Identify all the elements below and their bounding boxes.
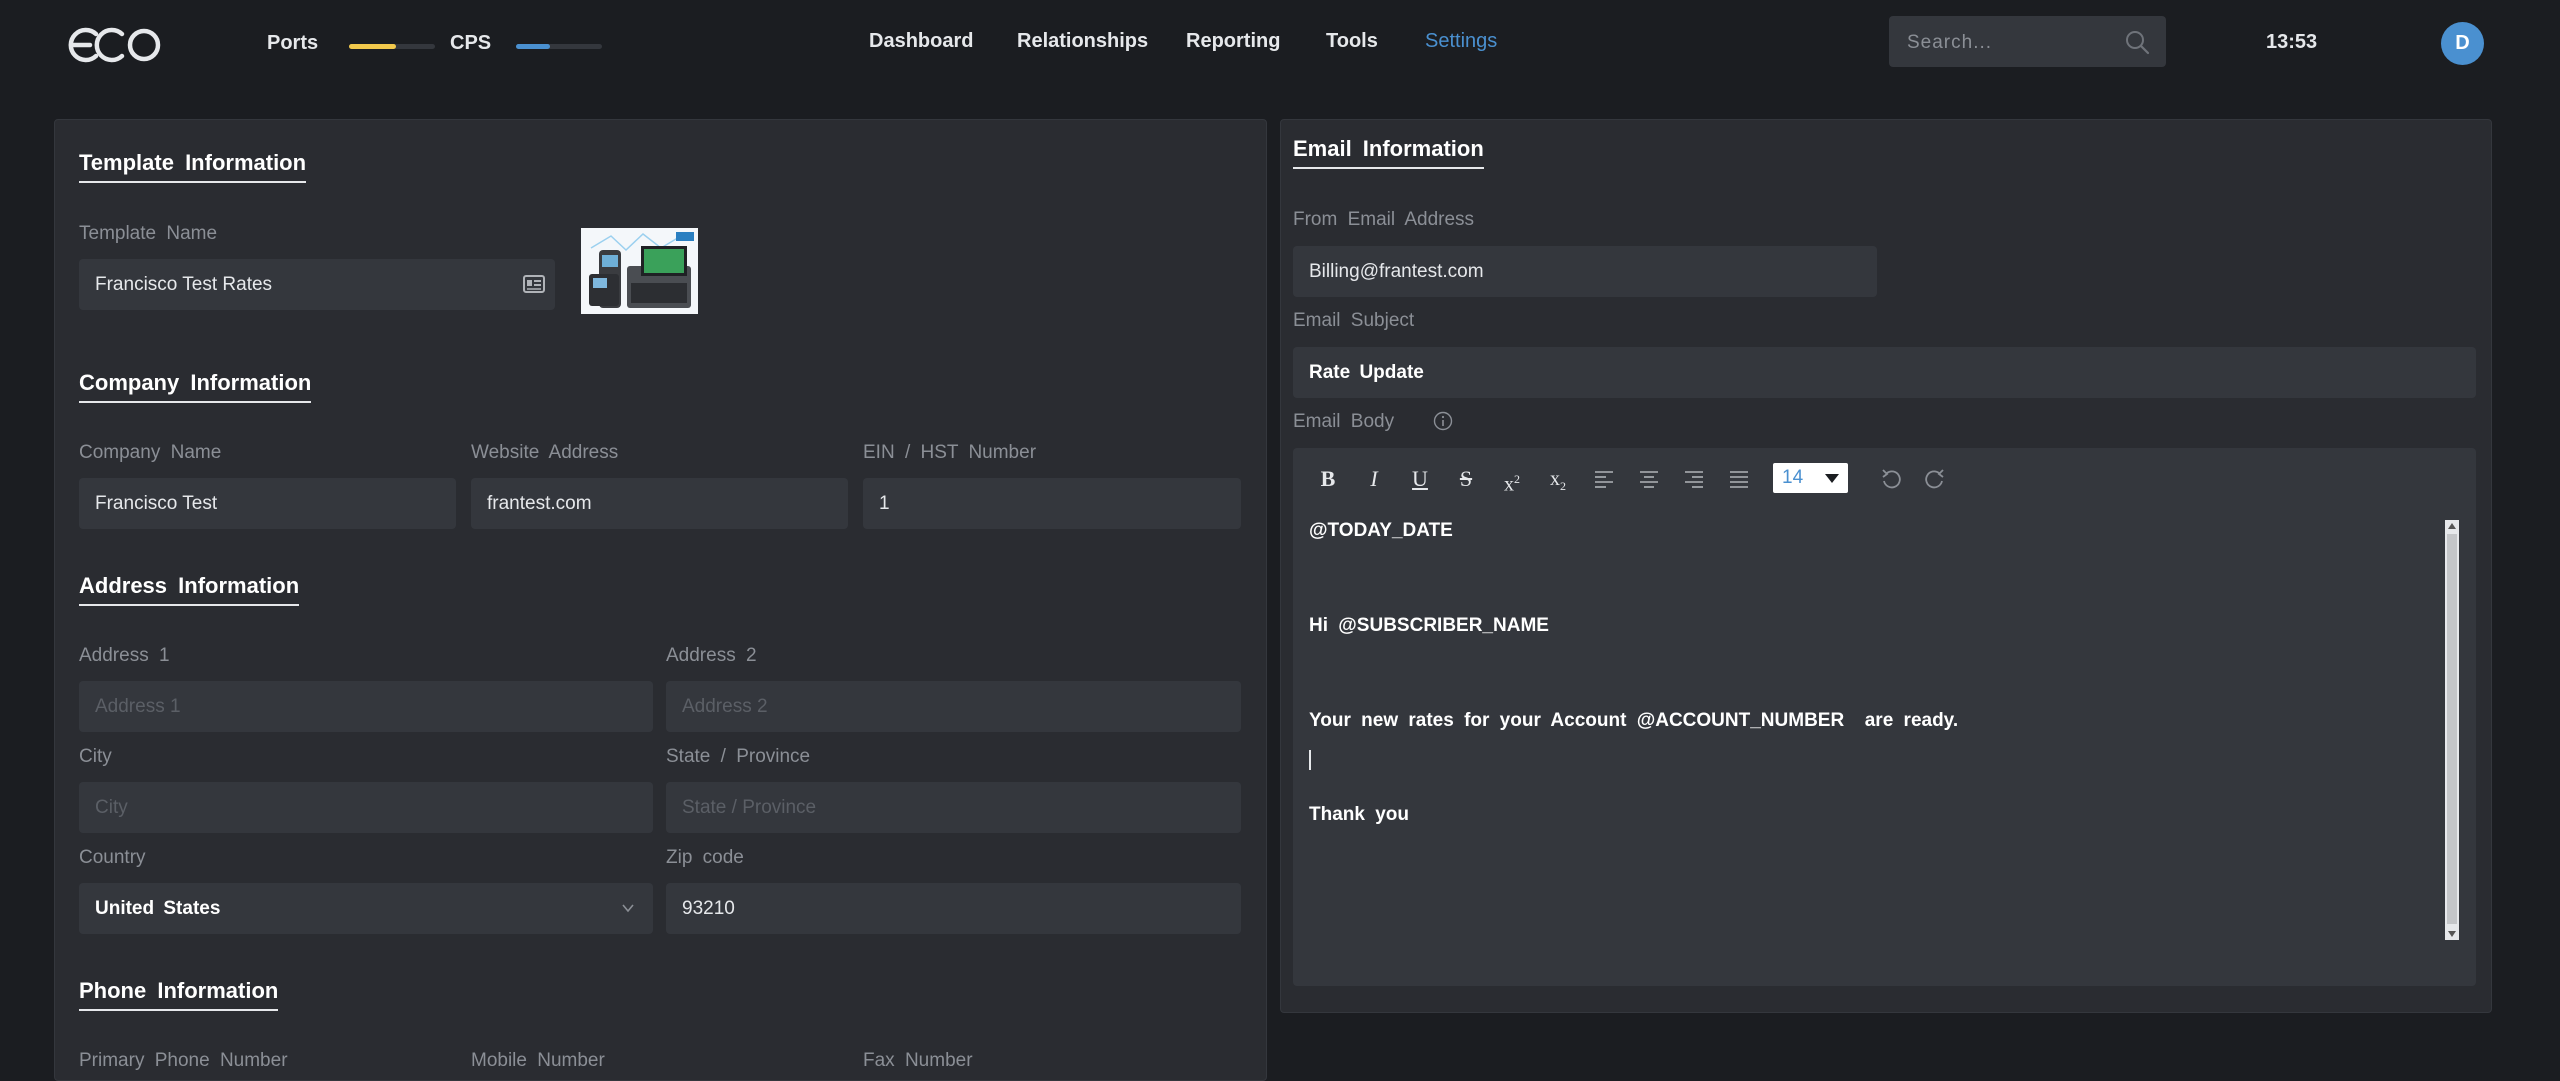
ports-meter: [349, 44, 435, 49]
info-icon[interactable]: [1433, 411, 1453, 431]
country-label: Country: [79, 847, 146, 868]
email-subject-value: Rate Update: [1309, 362, 1424, 383]
subscript-icon[interactable]: x2: [1543, 464, 1573, 494]
template-name-label: Template Name: [79, 223, 218, 244]
body-line-thanks: Thank you: [1309, 804, 1410, 825]
clock: 13:53: [2266, 31, 2318, 53]
eco-logo[interactable]: [66, 24, 162, 66]
nav-relationships[interactable]: Relationships: [1017, 30, 1148, 53]
company-name-field: [79, 478, 456, 529]
align-justify-icon[interactable]: [1724, 464, 1754, 494]
city-input[interactable]: [95, 782, 637, 833]
template-image-thumbnail[interactable]: [581, 228, 698, 314]
state-label: State / Province: [666, 746, 811, 767]
ip-phones-image: [581, 228, 698, 314]
scrollbar-thumb[interactable]: [2447, 534, 2457, 924]
city-field: [79, 782, 653, 833]
ports-label: Ports: [267, 32, 319, 54]
italic-icon[interactable]: I: [1359, 464, 1389, 494]
ein-label: EIN / HST Number: [863, 442, 1037, 463]
chevron-down-icon: [622, 904, 634, 913]
align-center-icon[interactable]: [1634, 464, 1664, 494]
avatar[interactable]: D: [2441, 22, 2484, 65]
top-navigation-bar: Ports CPS Dashboard Relationships Report…: [0, 0, 2560, 86]
text-cursor: [1309, 750, 1311, 770]
address-info-title: Address Information: [79, 573, 300, 606]
address1-input[interactable]: [95, 681, 637, 732]
font-size-select[interactable]: 14: [1773, 463, 1848, 493]
nav-settings[interactable]: Settings: [1425, 30, 1497, 53]
address1-label: Address 1: [79, 645, 170, 666]
email-subject-label: Email Subject: [1293, 310, 1415, 331]
fax-label: Fax Number: [863, 1050, 973, 1071]
nav-tools[interactable]: Tools: [1326, 30, 1378, 53]
cps-meter: [516, 44, 602, 49]
ein-input[interactable]: [879, 478, 1225, 529]
city-label: City: [79, 746, 112, 767]
from-email-input[interactable]: [1309, 246, 1861, 297]
email-body-label: Email Body: [1293, 411, 1395, 432]
email-body-editor: B I U S x2 x2 14 @TODAY_DATE Hi @SUBSCRI…: [1293, 448, 2476, 986]
zip-input[interactable]: [682, 883, 1225, 934]
cps-label: CPS: [450, 32, 492, 54]
country-value: United States: [95, 898, 221, 919]
state-input[interactable]: [682, 782, 1225, 833]
font-size-value: 14: [1782, 467, 1804, 488]
cps-meter-fill: [516, 44, 551, 49]
address2-input[interactable]: [682, 681, 1225, 732]
underline-icon[interactable]: U: [1405, 464, 1435, 494]
website-label: Website Address: [471, 442, 619, 463]
from-email-field: [1293, 246, 1877, 297]
phone-info-title: Phone Information: [79, 978, 279, 1011]
search-input[interactable]: [1905, 16, 2109, 69]
country-select[interactable]: United States: [79, 883, 653, 934]
website-field: [471, 478, 848, 529]
nav-dashboard[interactable]: Dashboard: [869, 30, 973, 53]
search-box: [1889, 16, 2166, 69]
state-field: [666, 782, 1241, 833]
zip-label: Zip code: [666, 847, 744, 868]
ein-field: [863, 478, 1241, 529]
caret-down-icon: [1825, 474, 1839, 483]
address1-field: [79, 681, 653, 732]
mobile-label: Mobile Number: [471, 1050, 605, 1071]
id-card-icon: [523, 275, 545, 293]
company-info-title: Company Information: [79, 370, 312, 403]
email-subject-field[interactable]: Rate Update: [1293, 347, 2476, 398]
from-email-label: From Email Address: [1293, 209, 1475, 230]
template-info-title: Template Information: [79, 150, 307, 183]
company-name-label: Company Name: [79, 442, 222, 463]
align-left-icon[interactable]: [1589, 464, 1619, 494]
ports-meter-fill: [349, 44, 397, 49]
redo-icon[interactable]: [1920, 464, 1950, 494]
scroll-up-icon[interactable]: [2448, 523, 2456, 529]
superscript-icon[interactable]: x2: [1497, 464, 1527, 496]
zip-field: [666, 883, 1241, 934]
template-name-input[interactable]: [95, 259, 539, 310]
scroll-down-icon[interactable]: [2448, 931, 2456, 937]
website-input[interactable]: [487, 478, 832, 529]
address2-field: [666, 681, 1241, 732]
primary-phone-label: Primary Phone Number: [79, 1050, 288, 1071]
search-icon[interactable]: [2124, 29, 2150, 55]
editor-scrollbar[interactable]: [2445, 520, 2459, 940]
address2-label: Address 2: [666, 645, 757, 666]
nav-reporting[interactable]: Reporting: [1186, 30, 1280, 53]
company-name-input[interactable]: [95, 478, 440, 529]
email-info-title: Email Information: [1293, 136, 1484, 169]
undo-icon[interactable]: [1876, 464, 1906, 494]
bold-icon[interactable]: B: [1313, 464, 1343, 494]
body-line-date: @TODAY_DATE: [1309, 520, 1453, 541]
body-line-rates: Your new rates for your Account @ACCOUNT…: [1309, 710, 1959, 731]
template-name-field: [79, 259, 555, 310]
settings-form-panel: Template Information Template Name Compa…: [54, 119, 1267, 1081]
align-right-icon[interactable]: [1679, 464, 1709, 494]
strikethrough-icon[interactable]: S: [1451, 464, 1481, 494]
body-line-greeting: Hi @SUBSCRIBER_NAME: [1309, 615, 1549, 636]
